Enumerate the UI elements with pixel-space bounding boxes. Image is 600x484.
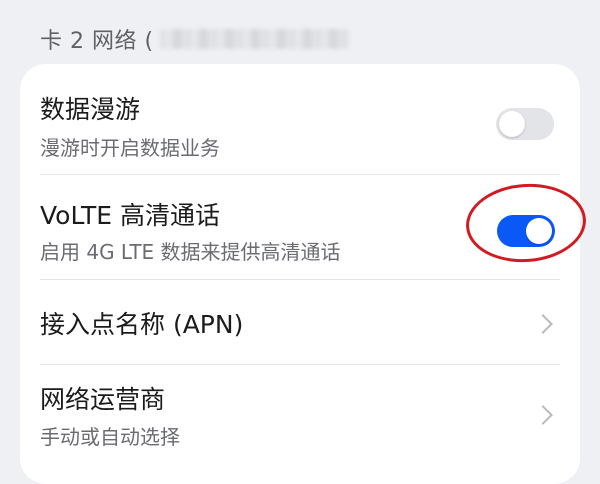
toggle-knob	[499, 111, 525, 137]
section-title: 卡 2 网络 (	[40, 29, 154, 54]
volte-subtitle: 启用 4G LTE 数据来提供高清通话	[40, 240, 341, 264]
chevron-right-icon	[533, 405, 553, 425]
chevron-right-icon	[533, 314, 553, 334]
volte-title: VoLTE 高清通话	[40, 201, 220, 230]
network-operator-title: 网络运营商	[40, 385, 166, 414]
data-roaming-row[interactable]: 数据漫游 漫游时开启数据业务	[20, 64, 580, 174]
network-settings-card: 数据漫游 漫游时开启数据业务 VoLTE 高清通话 启用 4G LTE 数据来提…	[20, 64, 580, 484]
data-roaming-subtitle: 漫游时开启数据业务	[40, 136, 220, 160]
sim2-network-header: 卡 2 网络 (	[40, 22, 350, 56]
redacted-network-id	[159, 29, 350, 49]
apn-title: 接入点名称 (APN)	[40, 310, 244, 339]
data-roaming-title: 数据漫游	[40, 95, 141, 124]
network-operator-row[interactable]: 网络运营商 手动或自动选择	[20, 365, 580, 475]
network-operator-subtitle: 手动或自动选择	[40, 425, 180, 449]
data-roaming-toggle[interactable]	[496, 108, 554, 140]
apn-row[interactable]: 接入点名称 (APN)	[20, 280, 580, 364]
